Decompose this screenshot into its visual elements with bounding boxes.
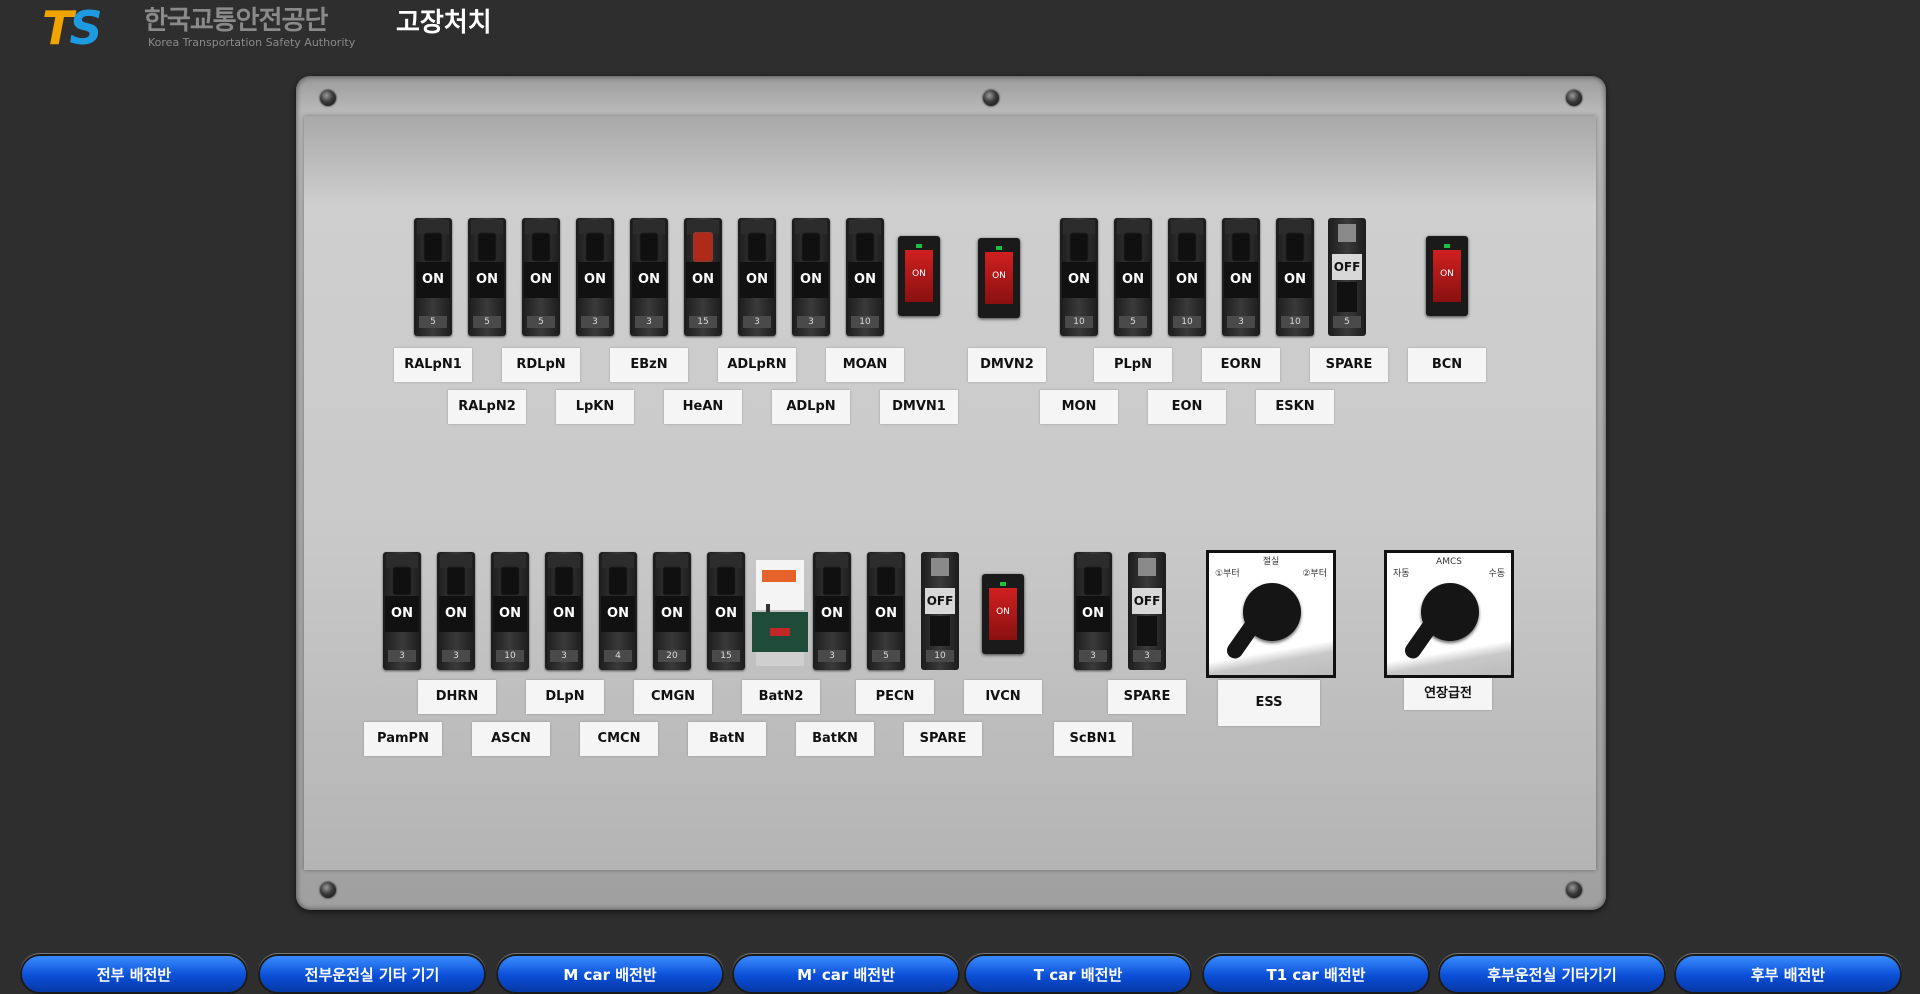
circuit-breaker[interactable]: ON 5 [1114,218,1152,336]
circuit-breaker-off[interactable]: OFF 3 [1128,552,1166,670]
circuit-breaker[interactable]: ON 5 [867,552,905,670]
rocker-switch[interactable]: ON [1426,236,1468,316]
breaker-label: SPARE [1310,348,1388,382]
circuit-breaker-off[interactable]: OFF 5 [1328,218,1366,336]
nav-front-cab-other-equipment[interactable]: 전부운전실 기타 기기 [260,956,484,992]
circuit-breaker[interactable]: ON 3 [792,218,830,336]
circuit-breaker[interactable]: ON 3 [545,552,583,670]
breaker-label: ADLpN [772,390,850,424]
breaker-label: LpKN [556,390,634,424]
kotsa-logo: TS 한국교통안전공단 Korea Transportation Safety … [42,1,362,55]
ess-label: ESS [1218,680,1320,726]
circuit-breaker[interactable]: ON 4 [599,552,637,670]
circuit-breaker[interactable]: ON 5 [522,218,560,336]
logo-mark: TS [42,1,103,55]
rocker-switch[interactable]: ON [982,574,1024,654]
logo-korean-name: 한국교통안전공단 [144,6,328,36]
amcs-rotary-switch[interactable]: AMCS 자동 수동 [1384,550,1514,678]
breaker-label: DHRN [418,680,496,714]
nav-m-car-panel[interactable]: M car 배전반 [498,956,722,992]
nav-rear-distribution-panel[interactable]: 후부 배전반 [1676,956,1900,992]
circuit-breaker[interactable]: ON 3 [383,552,421,670]
circuit-breaker[interactable]: ON 5 [468,218,506,336]
breaker-label: EON [1148,390,1226,424]
breaker-label: HeAN [664,390,742,424]
circuit-breaker[interactable]: ON 10 [1060,218,1098,336]
circuit-breaker-tripped[interactable]: ON 15 [684,218,722,336]
ess-rotary-switch[interactable]: 절실 ①부터 ②부터 [1206,550,1336,678]
page-title: 고장처치 [396,8,492,38]
breaker-label: EORN [1202,348,1280,382]
breaker-label: SPARE [1108,680,1186,714]
nav-t-car-panel[interactable]: T car 배전반 [966,956,1190,992]
screw-icon [983,90,999,106]
breaker-label: DMVN1 [880,390,958,424]
screw-icon [320,882,336,898]
breaker-label: BatN [688,722,766,756]
breaker-label: RALpN1 [394,348,472,382]
circuit-breaker[interactable]: ON 10 [1276,218,1314,336]
breaker-label: RDLpN [502,348,580,382]
circuit-breaker[interactable]: ON 3 [738,218,776,336]
breaker-label: SPARE [904,722,982,756]
breaker-label: PECN [856,680,934,714]
breaker-label: CMGN [634,680,712,714]
breaker-label: ESKN [1256,390,1334,424]
breaker-label: BatN2 [742,680,820,714]
circuit-breaker[interactable]: ON 10 [491,552,529,670]
nav-front-distribution-panel[interactable]: 전부 배전반 [22,956,246,992]
rocker-switch[interactable]: ON [898,236,940,316]
nav-m-prime-car-panel[interactable]: M' car 배전반 [734,956,958,992]
circuit-breaker[interactable]: ON 15 [707,552,745,670]
breaker-label: BCN [1408,348,1486,382]
bottom-navigation: 전부 배전반 전부운전실 기타 기기 M car 배전반 M' car 배전반 … [0,952,1920,994]
breaker-label: MON [1040,390,1118,424]
breaker-label: DLpN [526,680,604,714]
circuit-breaker[interactable]: ON 3 [1222,218,1260,336]
screw-icon [1566,882,1582,898]
breaker-label: ADLpRN [718,348,796,382]
breaker-label: RALpN2 [448,390,526,424]
nav-rear-cab-other-equipment[interactable]: 후부운전실 기타기기 [1440,956,1664,992]
rocker-switch[interactable]: ON [978,238,1020,318]
circuit-breaker[interactable]: ON 10 [846,218,884,336]
breaker-label: PamPN [364,722,442,756]
circuit-breaker[interactable]: ON 3 [437,552,475,670]
screw-icon [320,90,336,106]
breaker-label: MOAN [826,348,904,382]
screw-icon [1566,90,1582,106]
circuit-breaker[interactable]: ON 20 [653,552,691,670]
circuit-breaker[interactable]: ON 10 [1168,218,1206,336]
circuit-breaker[interactable]: ON 3 [576,218,614,336]
breaker-label: DMVN2 [968,348,1046,382]
circuit-breaker[interactable]: ON 3 [630,218,668,336]
breaker-label: BatKN [796,722,874,756]
breaker-label: CMCN [580,722,658,756]
breaker-label: EBzN [610,348,688,382]
breaker-label: IVCN [964,680,1042,714]
breaker-label: PLpN [1094,348,1172,382]
circuit-breaker[interactable]: ON 5 [414,218,452,336]
distribution-panel [296,76,1606,910]
nav-t1-car-panel[interactable]: T1 car 배전반 [1204,956,1428,992]
molded-case-breaker[interactable] [752,560,808,666]
breaker-label: ASCN [472,722,550,756]
circuit-breaker[interactable]: ON 3 [1074,552,1112,670]
logo-english-name: Korea Transportation Safety Authority [148,36,356,49]
breaker-label: ScBN1 [1054,722,1132,756]
extension-feed-label: 연장급전 [1404,678,1492,710]
circuit-breaker-off[interactable]: OFF 10 [921,552,959,670]
circuit-breaker[interactable]: ON 3 [813,552,851,670]
header: TS 한국교통안전공단 Korea Transportation Safety … [0,0,1920,60]
